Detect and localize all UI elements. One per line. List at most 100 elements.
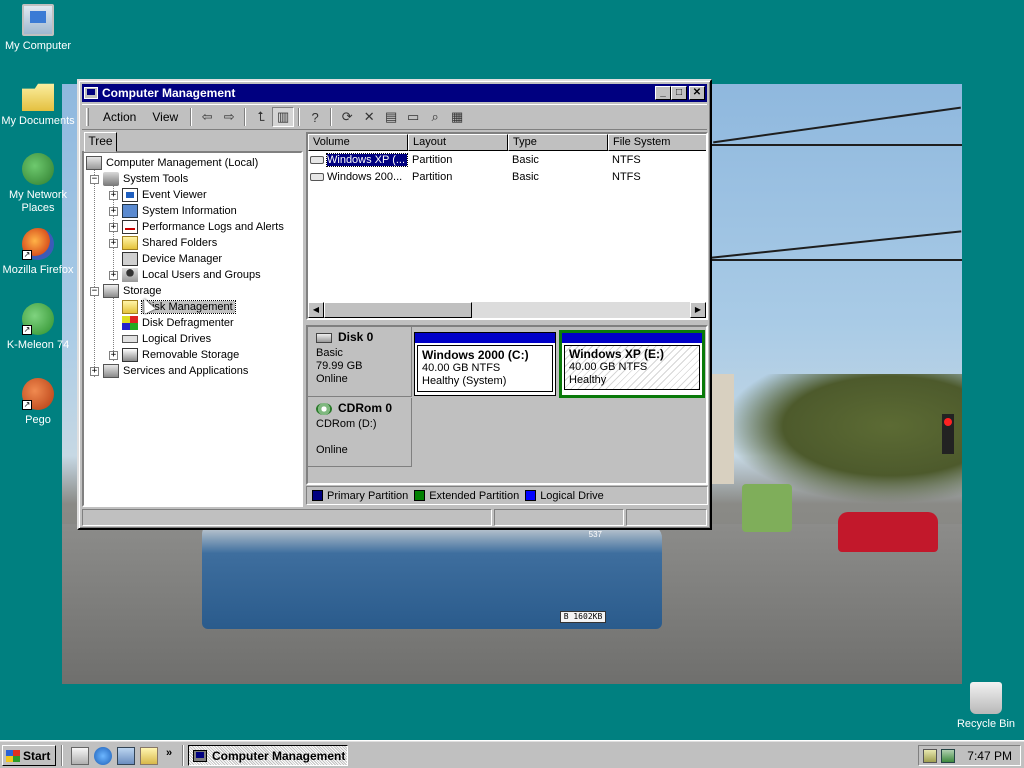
minimize-button[interactable]: _	[655, 86, 671, 100]
search-icon[interactable]	[140, 747, 158, 765]
horizontal-scrollbar[interactable]: ◀ ▶	[308, 302, 706, 318]
tram-wire	[712, 259, 962, 261]
scroll-thumb[interactable]	[324, 302, 472, 318]
maximize-button[interactable]: □	[671, 86, 687, 100]
desktop-icon-kmeleon[interactable]: ↗ K-Meleon 74	[0, 303, 76, 352]
tree-pane[interactable]: Computer Management (Local) − System Too…	[82, 151, 303, 507]
tree-item-services-applications[interactable]: + Services and Applications	[90, 363, 248, 379]
desktop-icon-firefox[interactable]: ↗ Mozilla Firefox	[0, 228, 76, 277]
settings-icon[interactable]: ▦	[446, 107, 468, 127]
green-van	[742, 484, 792, 532]
tab-tree[interactable]: Tree	[84, 132, 117, 152]
tree-item-system-information[interactable]: + System Information	[109, 203, 237, 219]
collapse-icon[interactable]: −	[90, 174, 99, 184]
tree-item-disk-defragmenter[interactable]: Disk Defragmenter	[122, 315, 234, 331]
desktop-icon-label: K-Meleon 74	[6, 339, 70, 351]
desktop-icon-network-places[interactable]: My Network Places	[0, 153, 76, 215]
toolbar-separator	[190, 108, 193, 126]
column-header-volume[interactable]: Volume	[308, 134, 408, 151]
bus-number: 537	[588, 530, 602, 539]
cdrom-0-info[interactable]: CDRom 0 CDRom (D:) Online	[308, 398, 412, 467]
tree-item-local-users[interactable]: + Local Users and Groups	[109, 267, 261, 283]
up-folder-icon[interactable]: ⮤	[250, 107, 272, 127]
forward-arrow-icon[interactable]: ⇨	[218, 107, 240, 127]
close-button[interactable]: ✕	[689, 86, 705, 100]
disk-0-info[interactable]: Disk 0 Basic 79.99 GB Online	[308, 327, 412, 397]
outlook-express-icon[interactable]	[117, 747, 135, 765]
column-header-file-system[interactable]: File System	[608, 134, 706, 151]
computer-management-icon	[84, 87, 98, 99]
collapse-icon[interactable]: −	[90, 286, 99, 296]
tree-item-logical-drives[interactable]: Logical Drives	[122, 331, 211, 347]
table-row[interactable]: Windows 200... Partition Basic NTFS	[308, 169, 706, 185]
column-header-type[interactable]: Type	[508, 134, 608, 151]
volume-drive-icon	[310, 156, 324, 165]
delete-icon[interactable]: ✕	[358, 107, 380, 127]
tree-item-removable-storage[interactable]: + Removable Storage	[109, 347, 239, 363]
tree-item-label: System Information	[142, 205, 237, 217]
disk-graphical-view[interactable]: Disk 0 Basic 79.99 GB Online Windows 200…	[306, 325, 708, 485]
license-plate: B 1602KB	[560, 611, 606, 623]
primary-partition-bar	[562, 333, 702, 343]
properties-icon[interactable]: ▤	[380, 107, 402, 127]
expand-icon[interactable]: +	[90, 366, 99, 376]
tree-item-performance-logs[interactable]: + Performance Logs and Alerts	[109, 219, 284, 235]
tree-item-system-tools[interactable]: − System Tools	[90, 171, 188, 187]
help-icon[interactable]: ?	[304, 107, 326, 127]
title-bar[interactable]: Computer Management _ □ ✕	[82, 84, 707, 102]
find-icon[interactable]: ⌕	[424, 107, 446, 127]
bus: B 1602KB 537	[202, 524, 662, 629]
volume-list[interactable]: Volume Layout Type File System Windows X…	[306, 132, 708, 320]
task-button-computer-management[interactable]: Computer Management	[188, 745, 348, 766]
expand-icon[interactable]: +	[109, 270, 118, 280]
tree-item-event-viewer[interactable]: + Event Viewer	[109, 187, 207, 203]
partition-windows-xp[interactable]: Windows XP (E:) 40.00 GB NTFS Healthy	[559, 330, 705, 398]
tree-item-shared-folders[interactable]: + Shared Folders	[109, 235, 217, 251]
scroll-right-icon[interactable]: ▶	[690, 302, 706, 318]
table-row[interactable]: Windows XP (... Partition Basic NTFS	[308, 152, 706, 168]
column-header-layout[interactable]: Layout	[408, 134, 508, 151]
status-bar	[82, 509, 707, 527]
expand-icon[interactable]: +	[109, 222, 118, 232]
menu-view[interactable]: View	[144, 110, 186, 124]
clock[interactable]: 7:47 PM	[967, 749, 1012, 763]
tree-item-storage[interactable]: − Storage	[90, 283, 162, 299]
expand-icon[interactable]: +	[109, 190, 118, 200]
desktop-icon-my-computer[interactable]: My Computer	[0, 4, 76, 53]
tree-item-label: Local Users and Groups	[142, 269, 261, 281]
partition-title: Windows 2000 (C:)	[422, 348, 529, 362]
system-tray: 7:47 PM	[918, 745, 1021, 766]
quick-launch-chevron[interactable]: »	[166, 747, 172, 759]
disk-defragmenter-icon	[122, 316, 138, 330]
device-manager-icon	[122, 252, 138, 266]
partition-windows-2000[interactable]: Windows 2000 (C:) 40.00 GB NTFS Healthy …	[414, 332, 556, 396]
network-icon[interactable]	[941, 748, 955, 763]
services-applications-icon	[103, 364, 119, 378]
expand-icon[interactable]: +	[109, 238, 118, 248]
open-icon[interactable]: ▭	[402, 107, 424, 127]
expand-icon[interactable]: +	[109, 206, 118, 216]
expand-icon[interactable]: +	[109, 350, 118, 360]
partition-status: Healthy	[569, 374, 607, 386]
show-desktop-icon[interactable]	[71, 747, 89, 765]
scroll-left-icon[interactable]: ◀	[308, 302, 324, 318]
tree-item-device-manager[interactable]: Device Manager	[122, 251, 222, 267]
tree-item-label: Storage	[123, 285, 162, 297]
back-arrow-icon[interactable]: ⇦	[196, 107, 218, 127]
tree-item-root[interactable]: Computer Management (Local)	[86, 155, 258, 171]
partition-status: Healthy (System)	[422, 375, 507, 387]
desktop-icon-pego[interactable]: ↗ Pego	[0, 378, 76, 427]
tram-wire	[682, 144, 962, 146]
start-button[interactable]: Start	[2, 745, 56, 766]
desktop-icon-my-documents[interactable]: My Documents	[0, 79, 76, 128]
internet-explorer-icon[interactable]	[94, 747, 112, 765]
tray-app-icon[interactable]	[923, 748, 937, 763]
volume-name: Windows XP (...	[325, 153, 409, 167]
refresh-icon[interactable]: ⟳	[336, 107, 358, 127]
menu-action[interactable]: Action	[95, 110, 144, 124]
desktop-icon-recycle-bin[interactable]: Recycle Bin	[948, 682, 1024, 731]
shortcut-arrow-icon: ↗	[22, 250, 32, 260]
status-panel	[494, 509, 624, 526]
computer-management-window[interactable]: Computer Management _ □ ✕ Action View ⇦ …	[77, 79, 712, 530]
show-hide-tree-icon[interactable]: ▥	[272, 107, 295, 127]
